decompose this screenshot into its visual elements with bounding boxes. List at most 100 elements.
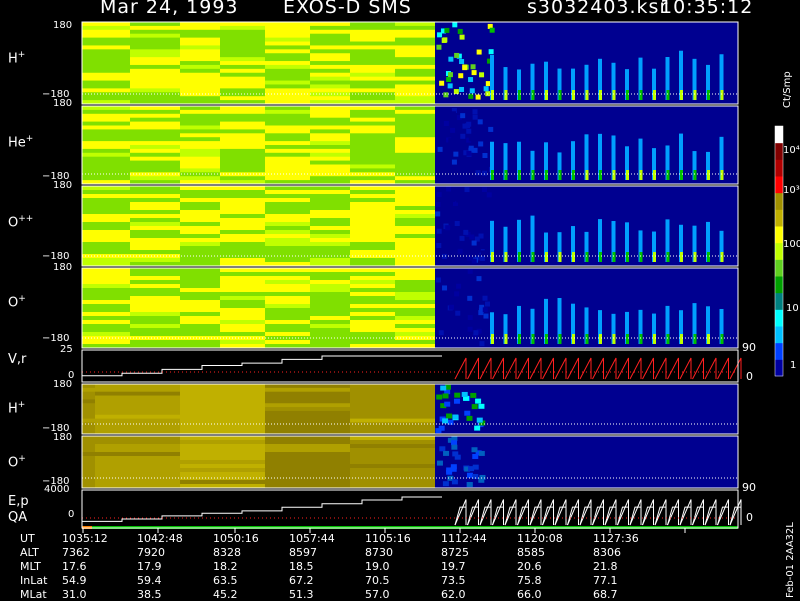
colorbar-swatch-12 [775,159,783,177]
panel-5-patch [446,413,453,419]
panel-1-cell [82,125,130,130]
panel-1-cell [395,156,435,162]
panel-5-cell [95,403,180,408]
panel-2-cell [310,198,350,203]
panel-3-cell [220,340,265,345]
colorbar-swatch-6 [775,259,783,277]
colorbar-label-1: 1 [790,360,797,371]
panel-0-cell [130,25,180,31]
panel-2-cell [180,202,220,207]
panel-5-cell [350,414,435,420]
panel-3-patch [459,339,465,345]
panel-3-cell [395,268,435,273]
panel-1-patch [460,133,466,139]
panel-6-cell [350,464,435,469]
panel-0-burst-core [558,90,562,100]
panel-2-cell [82,230,130,235]
panel-0-cell [82,68,130,74]
panel-0-burst-core [599,90,602,100]
panel-2-cell [82,190,130,195]
panel-1-cell [310,148,350,154]
panel-1-cell [220,106,265,111]
panel-3-cell [180,300,220,305]
panel-3-cell [220,296,265,301]
panel-0-burst-core [585,90,589,100]
panel-1-cell [220,117,265,123]
panel-0-cell [350,61,395,66]
panel-3-cell [82,316,130,321]
panel-0-cell [265,61,310,66]
panel-2-cell [350,226,395,231]
panel-3-cell [130,328,180,333]
panel-6-cell [180,460,265,465]
panel-2-burst-core [504,252,508,262]
panel-5-patch [454,392,461,398]
panel-1-cell [350,117,395,123]
panel-3-cell [350,300,395,305]
panel-6-cell [265,460,350,465]
panel-3-cell [130,308,180,313]
panel-2-patch [443,214,449,220]
panel-0-cell [350,45,395,50]
panel-2-cell [130,194,180,199]
panel-3-cell [395,312,435,317]
panel-0-cell [82,37,130,43]
panel-0-burst-core [693,90,697,100]
panel-2-cell [395,202,435,207]
panel-0-cell [130,22,180,27]
panel-1-cell [350,164,395,169]
panel-2-patch [471,258,477,264]
panel-3-cell [265,280,310,285]
panel-1-cell [130,145,180,150]
colorbar-swatch-7 [775,242,783,260]
table-cell: 77.1 [593,574,618,587]
panel-0-cell [265,57,310,62]
panel-6-cell [265,456,350,461]
panel-0-patch [447,83,453,89]
panel-3-cell [310,340,350,345]
panel-0-patch [447,72,453,78]
panel-1-cell [220,145,265,150]
panel-2-cell [350,238,395,243]
panel-3-cell [82,300,130,305]
panel-0-cell [350,64,395,70]
panel-1-cell [180,148,220,154]
panel-0-cell [310,41,350,46]
panel-6-cell [82,464,95,469]
panel-3-burst-core [531,334,535,344]
panel-1-cell [130,133,180,138]
panel-1-cell [130,106,180,111]
table-cell: 18.5 [289,560,314,573]
panel-0-patch [453,89,459,95]
panel-0-cell [180,96,220,101]
panel-1-patch [482,153,488,159]
panel-1-patch [450,127,456,133]
panel-3-cell [350,304,395,309]
panel-0-cell [220,25,265,31]
panel-2-cell [310,234,350,239]
panel-2-cell [82,186,130,191]
panel-1-patch [443,121,449,127]
panel-5-cell [180,391,265,397]
panel-2-cell [180,206,220,211]
table-cell: 8597 [289,546,317,559]
panel-6-cell [82,444,95,449]
panel-2-cell [350,250,395,255]
panel-0-cell [265,88,310,93]
panel-0-cell [130,72,180,78]
panel-3-cell [350,288,395,293]
panel-1-cell [265,156,310,162]
panel-0-patch [446,76,452,82]
panel-1-cell [310,176,350,181]
colorbar-swatch-10 [775,192,783,210]
panel-6-cell [265,472,350,477]
panel-3-cell [130,272,180,277]
panel-2-cell [310,242,350,247]
panel-0-cell [310,57,350,62]
panel-2-cell [180,222,220,227]
tick-p3-top: 180 [53,262,73,273]
panel-1-cell [220,129,265,134]
panel-2-burst-core [680,252,683,262]
panel-0-cell [310,45,350,50]
panel-1-cell [265,168,310,173]
